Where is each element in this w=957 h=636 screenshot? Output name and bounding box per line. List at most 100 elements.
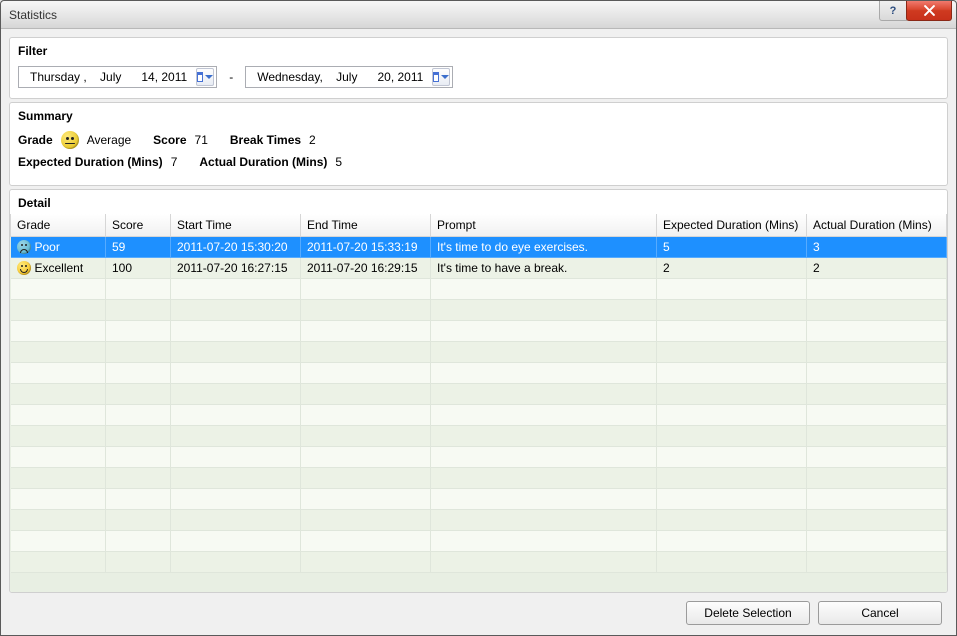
calendar-icon: [433, 71, 439, 83]
empty-cell: [11, 552, 106, 573]
empty-cell: [431, 552, 657, 573]
empty-cell: [11, 447, 106, 468]
table-row[interactable]: [11, 405, 947, 426]
excellent-face-icon: [17, 261, 31, 275]
table-header-row[interactable]: Grade Score Start Time End Time Prompt E…: [11, 214, 947, 237]
close-button[interactable]: [906, 1, 952, 21]
empty-cell: [807, 300, 947, 321]
empty-cell: [106, 489, 171, 510]
empty-cell: [301, 300, 431, 321]
empty-cell: [11, 279, 106, 300]
cell-actual: 2: [807, 258, 947, 279]
table-row[interactable]: [11, 426, 947, 447]
from-date-picker[interactable]: Thursday , July 14, 2011: [18, 66, 217, 88]
empty-cell: [807, 510, 947, 531]
delete-selection-button[interactable]: Delete Selection: [686, 601, 810, 625]
empty-cell: [657, 447, 807, 468]
empty-cell: [301, 405, 431, 426]
empty-cell: [301, 384, 431, 405]
table-row[interactable]: [11, 552, 947, 573]
poor-face-icon: [17, 240, 31, 254]
titlebar[interactable]: Statistics ?: [1, 1, 956, 29]
cell-expected: 5: [657, 237, 807, 258]
empty-cell: [657, 426, 807, 447]
empty-cell: [431, 489, 657, 510]
summary-expected-label: Expected Duration (Mins): [18, 155, 163, 169]
empty-cell: [807, 279, 947, 300]
cell-grade: Excellent: [11, 258, 106, 279]
to-date-picker[interactable]: Wednesday, July 20, 2011: [245, 66, 453, 88]
detail-group: Detail Grade Score Start Time End Time P…: [9, 189, 948, 593]
table-row[interactable]: [11, 489, 947, 510]
empty-cell: [171, 363, 301, 384]
table-row[interactable]: [11, 531, 947, 552]
col-prompt[interactable]: Prompt: [431, 214, 657, 237]
cell-score: 100: [106, 258, 171, 279]
window-title: Statistics: [9, 8, 57, 22]
empty-cell: [301, 531, 431, 552]
empty-cell: [106, 447, 171, 468]
table-row[interactable]: [11, 468, 947, 489]
empty-cell: [657, 468, 807, 489]
table-row[interactable]: [11, 384, 947, 405]
table-row[interactable]: [11, 300, 947, 321]
table-row[interactable]: [11, 279, 947, 300]
empty-cell: [807, 426, 947, 447]
summary-score-value: 71: [195, 133, 208, 147]
to-date-dropdown-button[interactable]: [432, 68, 450, 86]
table-row[interactable]: [11, 510, 947, 531]
cell-grade: Poor: [11, 237, 106, 258]
calendar-icon: [197, 71, 203, 83]
empty-cell: [807, 321, 947, 342]
empty-cell: [171, 468, 301, 489]
close-icon: [924, 5, 935, 16]
help-icon: ?: [890, 5, 897, 17]
empty-cell: [301, 510, 431, 531]
empty-cell: [11, 468, 106, 489]
from-date-dropdown-button[interactable]: [196, 68, 214, 86]
empty-cell: [301, 363, 431, 384]
empty-cell: [657, 363, 807, 384]
empty-cell: [171, 447, 301, 468]
empty-cell: [11, 510, 106, 531]
empty-cell: [301, 447, 431, 468]
empty-cell: [431, 426, 657, 447]
cancel-button[interactable]: Cancel: [818, 601, 942, 625]
from-date-value: Thursday , July 14, 2011: [25, 70, 192, 84]
empty-cell: [171, 489, 301, 510]
empty-cell: [106, 321, 171, 342]
col-actual[interactable]: Actual Duration (Mins): [807, 214, 947, 237]
empty-cell: [171, 405, 301, 426]
table-row[interactable]: [11, 321, 947, 342]
table-row[interactable]: Poor592011-07-20 15:30:202011-07-20 15:3…: [11, 237, 947, 258]
table-row[interactable]: [11, 447, 947, 468]
col-grade[interactable]: Grade: [11, 214, 106, 237]
empty-cell: [657, 300, 807, 321]
empty-cell: [431, 300, 657, 321]
col-end[interactable]: End Time: [301, 214, 431, 237]
table-row[interactable]: Excellent1002011-07-20 16:27:152011-07-2…: [11, 258, 947, 279]
detail-table-wrap: Grade Score Start Time End Time Prompt E…: [10, 214, 947, 592]
empty-cell: [807, 447, 947, 468]
empty-cell: [11, 426, 106, 447]
empty-cell: [171, 342, 301, 363]
empty-cell: [106, 405, 171, 426]
col-start[interactable]: Start Time: [171, 214, 301, 237]
empty-cell: [657, 342, 807, 363]
summary-grade-value: Average: [87, 133, 131, 147]
empty-cell: [11, 300, 106, 321]
summary-break-times-label: Break Times: [230, 133, 301, 147]
empty-cell: [11, 405, 106, 426]
table-row[interactable]: [11, 342, 947, 363]
col-expected[interactable]: Expected Duration (Mins): [657, 214, 807, 237]
summary-group: Summary Grade Average Score 71 Break Tim…: [9, 102, 948, 186]
empty-cell: [807, 363, 947, 384]
summary-break-times-value: 2: [309, 133, 316, 147]
empty-cell: [301, 552, 431, 573]
help-button[interactable]: ?: [879, 1, 907, 21]
cell-grade-text: Poor: [35, 240, 60, 254]
detail-table[interactable]: Grade Score Start Time End Time Prompt E…: [10, 214, 947, 573]
col-score[interactable]: Score: [106, 214, 171, 237]
chevron-down-icon: [205, 75, 213, 79]
table-row[interactable]: [11, 363, 947, 384]
